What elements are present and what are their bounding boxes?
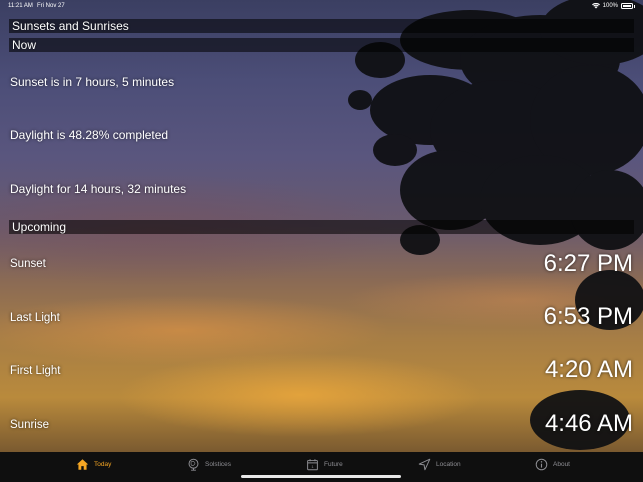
event-time: 4:20 AM	[544, 356, 633, 383]
tab-label: Solstices	[205, 460, 232, 468]
tab-today[interactable]: Today	[76, 457, 111, 471]
tab-label: Today	[94, 460, 112, 468]
event-label: Sunrise	[10, 419, 49, 431]
globe-icon	[188, 458, 199, 471]
location-arrow-icon	[418, 458, 431, 470]
info-icon	[535, 458, 548, 470]
tab-solstices[interactable]: Solstices	[187, 457, 231, 471]
tab-label: Future	[324, 460, 343, 468]
tab-location[interactable]: Location	[418, 457, 461, 471]
calendar-icon: 1	[307, 458, 318, 470]
daylight-duration-text: Daylight for 14 hours, 32 minutes	[10, 182, 187, 196]
home-icon	[76, 458, 89, 470]
daylight-progress-text: Daylight is 48.28% completed	[10, 128, 169, 142]
battery-icon	[621, 3, 633, 9]
tab-about[interactable]: About	[535, 457, 570, 471]
event-time: 4:46 AM	[544, 410, 633, 437]
status-time: 11:21 AM	[8, 3, 33, 9]
battery-cap	[634, 4, 635, 8]
battery-percent: 100%	[602, 3, 618, 9]
svg-text:1: 1	[311, 464, 314, 469]
now-section-header: Now	[9, 38, 634, 52]
app-title-bar: Sunsets and Sunrises	[9, 19, 634, 33]
event-label: First Light	[10, 365, 61, 377]
status-right: 100%	[591, 0, 635, 12]
status-date: Fri Nov 27	[37, 3, 65, 9]
event-time: 6:53 PM	[543, 303, 633, 330]
sunset-countdown-text: Sunset is in 7 hours, 5 minutes	[10, 75, 175, 89]
tab-future[interactable]: 1 Future	[306, 457, 343, 471]
wifi-icon	[591, 3, 600, 9]
tab-label: About	[553, 460, 570, 468]
event-label: Last Light	[10, 312, 60, 324]
event-time: 6:27 PM	[543, 250, 633, 277]
home-indicator[interactable]	[241, 475, 401, 478]
status-bar: 11:21 AM Fri Nov 27 100%	[0, 0, 643, 12]
upcoming-section-header: Upcoming	[9, 220, 634, 234]
event-label: Sunset	[10, 258, 46, 270]
tab-label: Location	[436, 460, 461, 468]
